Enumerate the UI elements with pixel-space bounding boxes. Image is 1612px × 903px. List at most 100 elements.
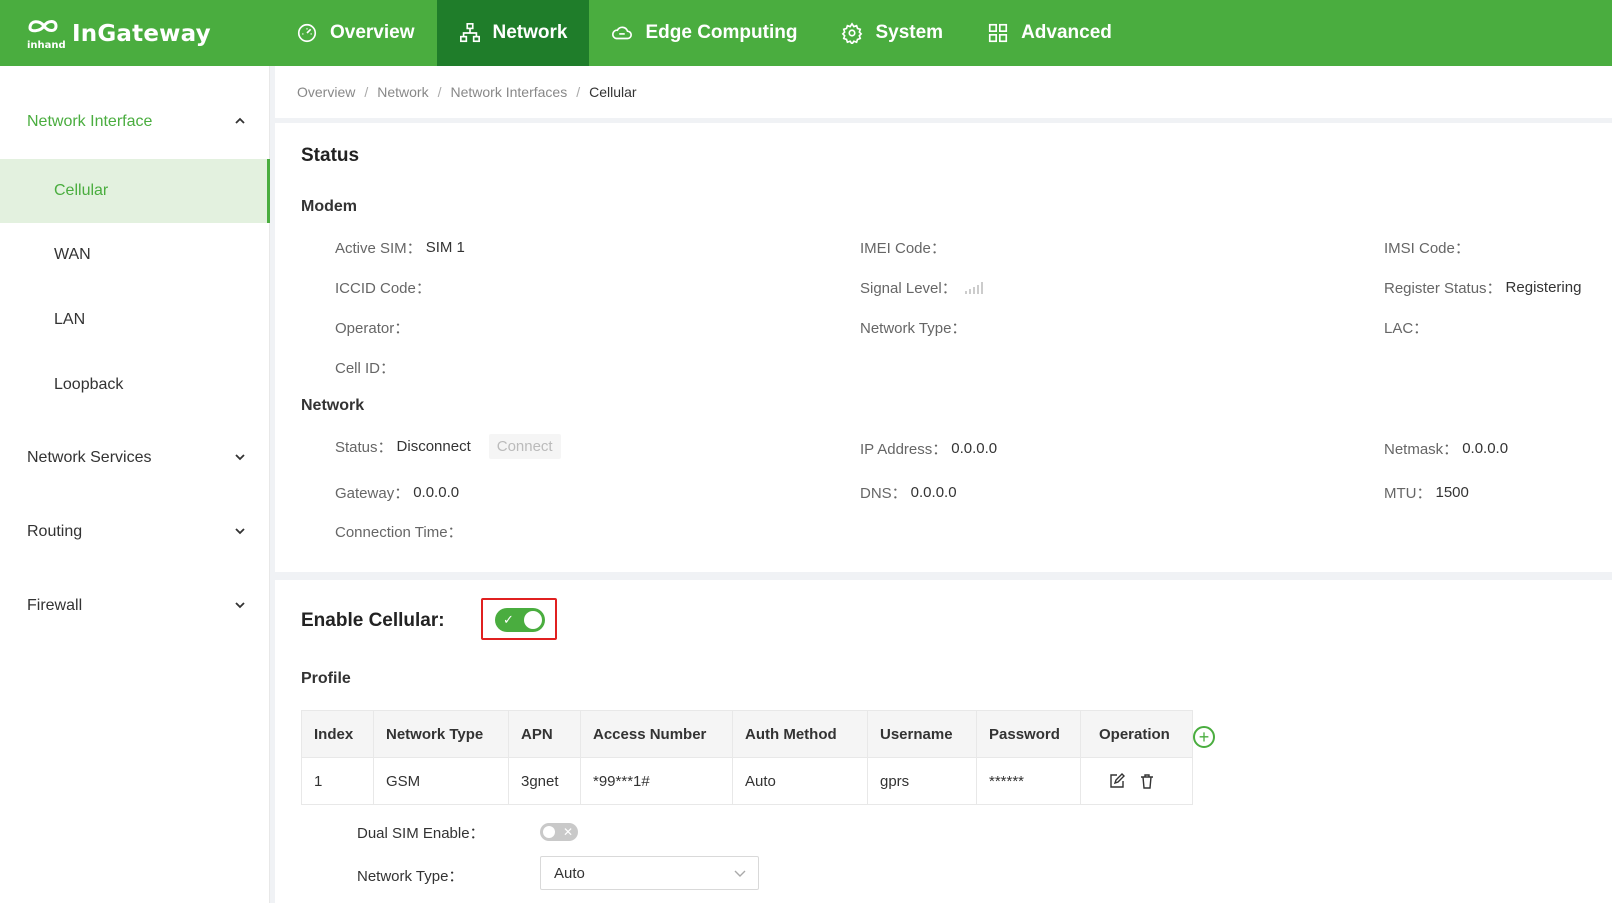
config-card: Enable Cellular: ✓ Profile Index Network…	[275, 580, 1612, 903]
cell-auth-method: Auto	[732, 757, 868, 805]
netmask-field: Netmask： 0.0.0.0	[1384, 438, 1508, 459]
operator-label: Operator：	[335, 320, 410, 337]
nav-label: Edge Computing	[645, 22, 798, 43]
signal-label: Signal Level：	[860, 280, 957, 297]
nav-label: Advanced	[1021, 22, 1112, 43]
iccid-label: ICCID Code：	[335, 280, 431, 297]
status-title: Status	[301, 145, 360, 166]
nav-edge-computing[interactable]: Edge Computing	[589, 0, 819, 66]
connection-status-field: Status： Disconnect Connect	[335, 434, 561, 459]
toggle-knob	[524, 611, 542, 629]
top-navbar: inhand InGateway Overview Network Edge C…	[0, 0, 1612, 66]
nav-label: System	[875, 22, 944, 43]
breadcrumb-separator: /	[437, 84, 442, 100]
delete-icon[interactable]	[1139, 773, 1155, 789]
connection-time-field: Connection Time：	[335, 521, 463, 542]
mtu-label: MTU：	[1384, 485, 1432, 502]
brand-name: InGateway	[72, 21, 211, 47]
nav-advanced[interactable]: Advanced	[965, 0, 1134, 66]
imei-label: IMEI Code：	[860, 240, 946, 257]
dual-sim-toggle[interactable]: ✕	[540, 823, 578, 841]
sidebar-group-label: Network Services	[27, 449, 152, 466]
sidebar-item-label: LAN	[54, 311, 86, 328]
register-status-value: Registering	[1505, 279, 1582, 296]
gateway-value: 0.0.0.0	[413, 484, 460, 501]
sidebar-item-wan[interactable]: WAN	[0, 223, 270, 287]
enable-cellular-toggle[interactable]: ✓	[495, 608, 545, 632]
breadcrumb-separator: /	[364, 84, 369, 100]
network-type-select-label: Network Type：	[357, 868, 464, 885]
cell-operation	[1080, 757, 1193, 805]
sidebar-group-routing[interactable]: Routing	[0, 507, 270, 557]
imsi-field: IMSI Code：	[1384, 237, 1470, 258]
profile-table: Index Network Type APN Access Number Aut…	[301, 710, 1193, 805]
cell-id-field: Cell ID：	[335, 357, 395, 378]
signal-bars-icon	[964, 281, 983, 294]
connect-button[interactable]: Connect	[488, 434, 561, 459]
signal-field: Signal Level：	[860, 277, 983, 298]
nav-label: Network	[492, 22, 568, 43]
sidebar-item-cellular[interactable]: Cellular	[0, 159, 270, 223]
sidebar-group-firewall[interactable]: Firewall	[0, 581, 270, 631]
network-title: Network	[301, 397, 365, 414]
nav-system[interactable]: System	[819, 0, 965, 66]
register-status-field: Register Status： Registering	[1384, 277, 1581, 298]
cell-index: 1	[301, 757, 374, 805]
breadcrumb-network[interactable]: Network	[377, 84, 428, 100]
inhand-logo-icon: inhand	[26, 16, 70, 52]
nav-overview[interactable]: Overview	[274, 0, 437, 66]
column-header: Access Number	[580, 710, 733, 758]
cell-id-label: Cell ID：	[335, 360, 396, 377]
connection-status-value: Disconnect	[396, 438, 471, 455]
close-icon: ✕	[562, 825, 573, 839]
active-sim-field: Active SIM： SIM 1	[335, 237, 465, 258]
add-profile-button[interactable]: +	[1193, 726, 1215, 748]
table-header-row: Index Network Type APN Access Number Aut…	[301, 710, 1193, 758]
brand-logo[interactable]: inhand InGateway	[26, 16, 211, 52]
sidebar-item-label: WAN	[54, 246, 91, 263]
edit-icon[interactable]	[1109, 773, 1125, 789]
highlight-box: ✓	[481, 598, 557, 640]
operator-field: Operator：	[335, 317, 409, 338]
main-nav: Overview Network Edge Computing System A…	[274, 0, 1134, 66]
network-icon	[459, 23, 480, 43]
column-header: Password	[976, 710, 1081, 758]
breadcrumb-current: Cellular	[589, 84, 637, 100]
sidebar-group-network-interface[interactable]: Network Interface	[0, 97, 270, 147]
sidebar-item-lan[interactable]: LAN	[0, 288, 270, 352]
nav-network[interactable]: Network	[436, 0, 590, 66]
grid-icon	[988, 23, 1008, 43]
sidebar-group-network-services[interactable]: Network Services	[0, 433, 270, 483]
sidebar-item-label: Loopback	[54, 376, 124, 393]
network-type-selected-value: Auto	[554, 864, 585, 882]
sidebar: Network Interface Cellular WAN LAN Loopb…	[0, 66, 270, 903]
table-row: 1 GSM 3gnet *99***1# Auto gprs ******	[301, 757, 1193, 805]
column-header: Network Type	[373, 710, 509, 758]
ip-address-value: 0.0.0.0	[951, 440, 998, 457]
netmask-label: Netmask：	[1384, 441, 1459, 458]
column-header: Auth Method	[732, 710, 868, 758]
cell-username: gprs	[867, 757, 977, 805]
chevron-down-icon	[235, 454, 245, 461]
chevron-down-icon	[734, 870, 746, 877]
chevron-up-icon	[235, 117, 245, 124]
mtu-field: MTU： 1500	[1384, 482, 1469, 503]
breadcrumb-overview[interactable]: Overview	[297, 84, 355, 100]
netmask-value: 0.0.0.0	[1462, 440, 1509, 457]
column-header: Index	[301, 710, 374, 758]
plus-icon: +	[1198, 727, 1210, 747]
dns-field: DNS： 0.0.0.0	[860, 482, 957, 503]
column-header: Username	[867, 710, 977, 758]
active-sim-value: SIM 1	[425, 239, 465, 256]
breadcrumb: Overview / Network / Network Interfaces …	[275, 66, 1612, 118]
column-header: Operation	[1080, 710, 1193, 758]
sidebar-item-loopback[interactable]: Loopback	[0, 353, 270, 417]
sidebar-group-label: Network Interface	[27, 113, 153, 130]
mtu-value: 1500	[1435, 484, 1469, 501]
sidebar-item-label: Cellular	[54, 182, 109, 199]
network-type-field: Network Type：	[860, 317, 966, 338]
cloud-icon	[612, 26, 633, 40]
network-type-select[interactable]: Auto	[540, 856, 759, 890]
breadcrumb-network-interfaces[interactable]: Network Interfaces	[451, 84, 568, 100]
modem-title: Modem	[301, 198, 357, 215]
